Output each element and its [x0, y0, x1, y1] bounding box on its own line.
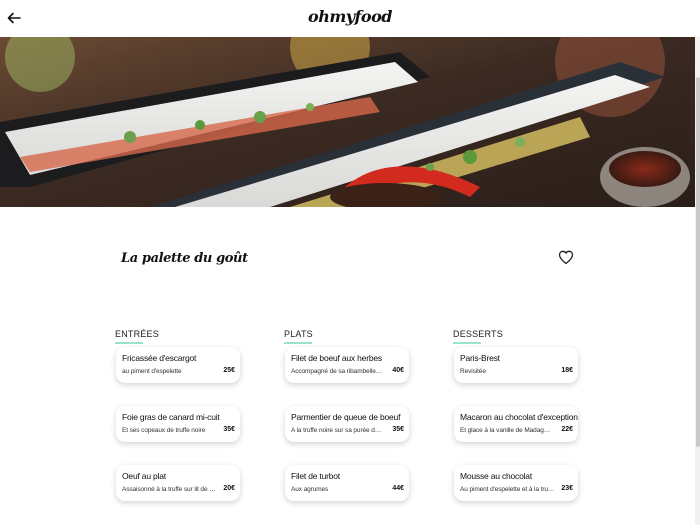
- hero-image: [0, 37, 700, 207]
- menu-item-price: 35€: [392, 426, 404, 433]
- menu-item-card[interactable]: Filet de boeuf aux herbes Accompagné de …: [285, 347, 409, 383]
- menu-item-description: A la truffe noire sur sa purée de panais: [291, 427, 383, 434]
- menu-item-card[interactable]: Mousse au chocolat Au piment d'espelette…: [454, 465, 578, 501]
- top-bar: ohmyfood: [0, 0, 700, 37]
- column-title: PLATS: [284, 329, 313, 344]
- menu-item-card[interactable]: Foie gras de canard mi-cuit Et ses copea…: [116, 406, 240, 442]
- menu-item-description: Aux agrumes: [291, 486, 329, 493]
- menu-item-description: Et glace à la vanille de Madagascar: [460, 427, 552, 434]
- menu-item-card[interactable]: Filet de turbot Aux agrumes 44€: [285, 465, 409, 501]
- heart-icon: [558, 250, 574, 265]
- column-title: DESSERTS: [453, 329, 503, 344]
- menu-item-card[interactable]: Parmentier de queue de boeuf A la truffe…: [285, 406, 409, 442]
- menu-item-description: Assaisonné à la truffe sur lit de caviar: [122, 486, 217, 493]
- restaurant-title: La palette du goût: [121, 251, 248, 266]
- menu-column-plats: PLATS: [284, 324, 454, 344]
- menu-item-name: Filet de boeuf aux herbes: [291, 353, 382, 363]
- menu-item-price: 40€: [392, 367, 404, 374]
- menu-item-price: 20€: [223, 485, 235, 492]
- favorite-button[interactable]: [557, 248, 575, 266]
- scrollbar[interactable]: [695, 37, 700, 525]
- menu-column-desserts: DESSERTS: [453, 324, 623, 344]
- menu-item-price: 25€: [223, 367, 235, 374]
- menu-item-description: au piment d'espelette: [122, 368, 182, 375]
- menu-item-price: 22€: [561, 426, 573, 433]
- menu-item-description: Revisitée: [460, 368, 486, 375]
- menu-item-name: Paris-Brest: [460, 353, 500, 363]
- menu-item-card[interactable]: Oeuf au plat Assaisonné à la truffe sur …: [116, 465, 240, 501]
- menu-item-card[interactable]: Macaron au chocolat d'exception Et glace…: [454, 406, 578, 442]
- menu-item-name: Foie gras de canard mi-cuit: [122, 412, 220, 422]
- menu-item-price: 18€: [561, 367, 573, 374]
- menu-item-name: Fricassée d'escargot: [122, 353, 197, 363]
- menu-item-name: Macaron au chocolat d'exception: [460, 412, 578, 422]
- menu-item-description: Accompagné de sa ribambelle de légumes: [291, 368, 383, 375]
- menu-item-card[interactable]: Fricassée d'escargot au piment d'espelet…: [116, 347, 240, 383]
- menu-item-card[interactable]: Paris-Brest Revisitée 18€: [454, 347, 578, 383]
- menu-item-name: Mousse au chocolat: [460, 471, 532, 481]
- menu-item-price: 23€: [561, 485, 573, 492]
- logo[interactable]: ohmyfood: [0, 7, 700, 26]
- menu-item-price: 35€: [223, 426, 235, 433]
- menu-item-description: Et ses copeaux de truffe noire: [122, 427, 206, 434]
- menu-item-name: Oeuf au plat: [122, 471, 166, 481]
- menu-column-entrees: ENTRÉES: [115, 324, 285, 344]
- menu-item-name: Filet de turbot: [291, 471, 340, 481]
- menu-item-price: 44€: [392, 485, 404, 492]
- scrollbar-thumb[interactable]: [696, 77, 700, 447]
- menu-item-description: Au piment d'espelette et à la truffe noi…: [460, 486, 555, 493]
- menu-item-name: Parmentier de queue de boeuf: [291, 412, 401, 422]
- column-title: ENTRÉES: [115, 329, 159, 344]
- hero-food-photo: [0, 37, 700, 207]
